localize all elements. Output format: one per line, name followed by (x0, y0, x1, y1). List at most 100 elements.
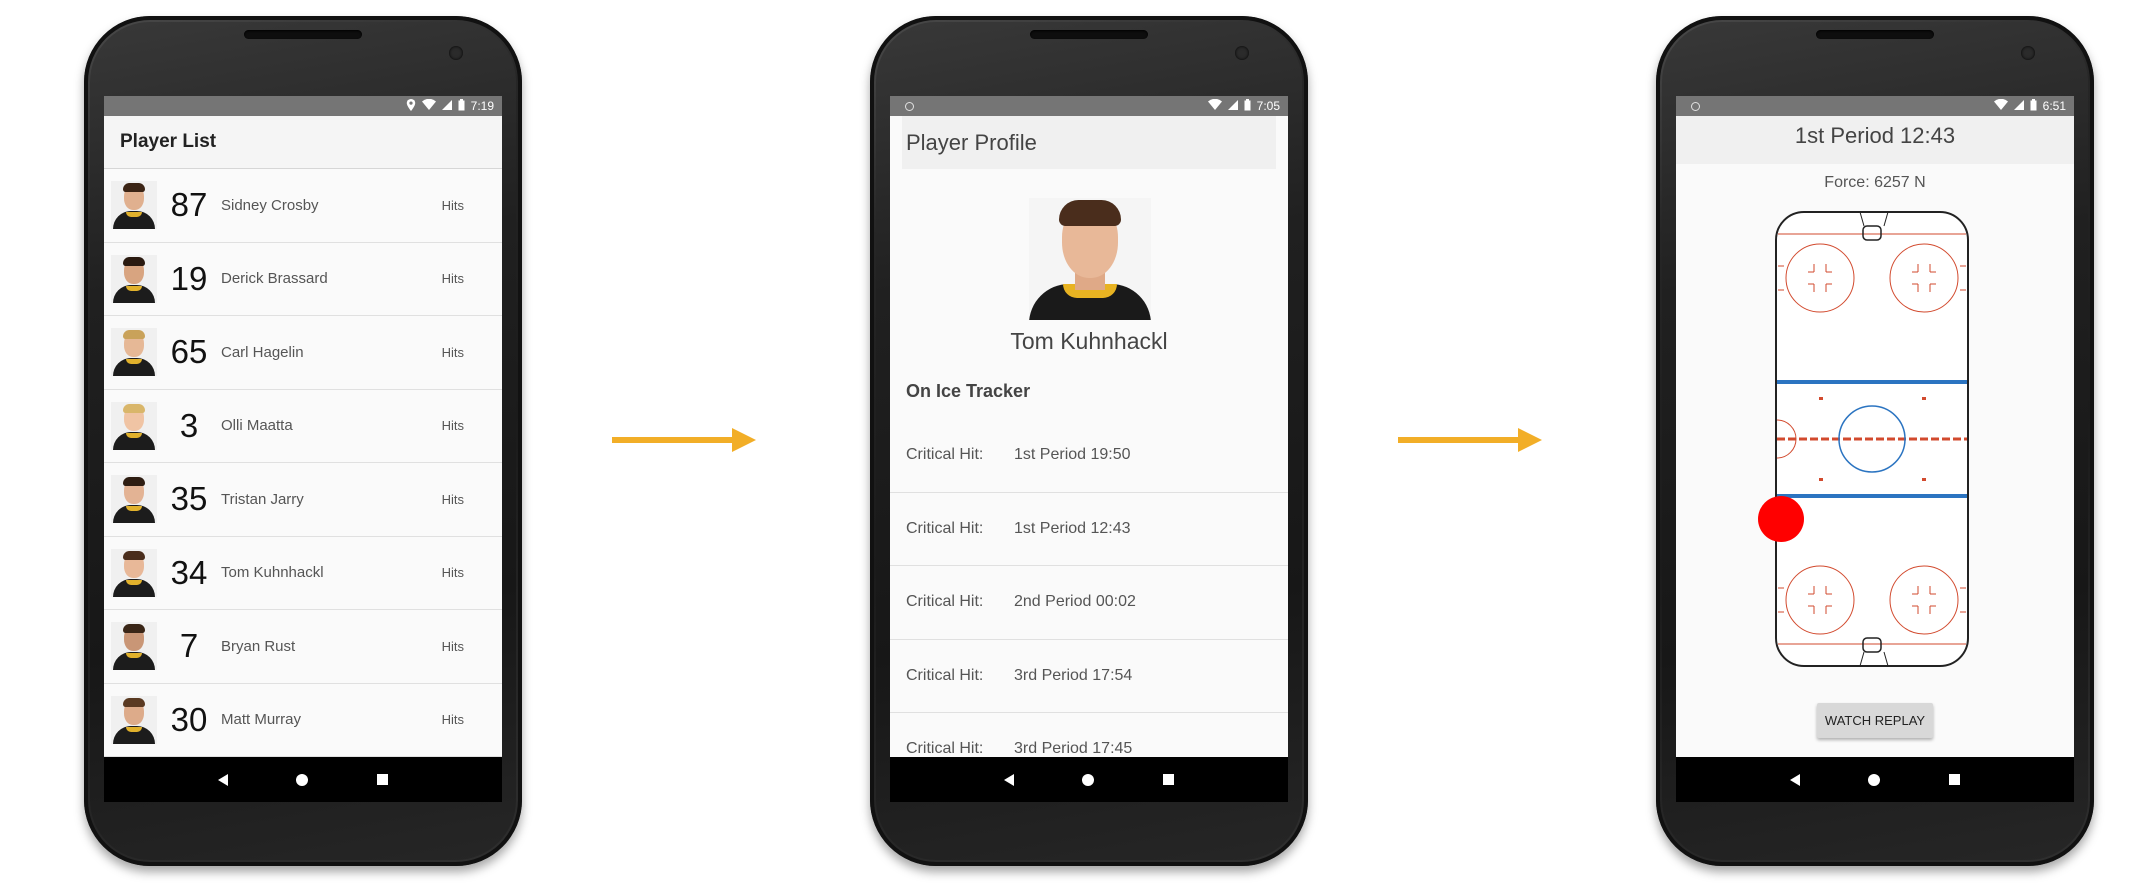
list-item[interactable]: 3 Olli Maatta Hits (104, 389, 502, 463)
player-avatar (111, 181, 157, 230)
status-bar: 7:19 (104, 96, 502, 116)
hit-time: 3rd Period 17:54 (1014, 666, 1133, 684)
player-name: Sidney Crosby (221, 196, 319, 214)
battery-icon (2030, 98, 2037, 114)
player-profile-screen: 7:05 Player Profile Tom Kuhnhackl On Ice… (890, 96, 1288, 802)
wifi-icon (1207, 98, 1222, 113)
phone-speaker (1816, 30, 1934, 39)
hits-link[interactable]: Hits (442, 271, 464, 286)
nav-bar (890, 757, 1288, 802)
player-list: 87 Sidney Crosby Hits 19 Derick Brassard… (104, 169, 502, 757)
home-icon[interactable] (1868, 773, 1881, 786)
hits-link[interactable]: Hits (442, 345, 464, 360)
hits-link[interactable]: Hits (442, 565, 464, 580)
recents-icon[interactable] (1162, 774, 1174, 785)
list-item[interactable]: 87 Sidney Crosby Hits (104, 169, 502, 243)
home-icon[interactable] (296, 773, 309, 786)
list-item[interactable]: Critical Hit: 3rd Period 17:54 (890, 640, 1288, 713)
wifi-icon (421, 98, 436, 113)
back-icon[interactable] (1004, 773, 1015, 786)
player-photo (1029, 198, 1151, 320)
player-number: 30 (170, 700, 208, 738)
flow-arrow-1 (612, 428, 756, 452)
hit-label: Critical Hit: (906, 740, 984, 758)
storyboard: 7:19 Player List 87 Sidney Crosby Hits 1… (0, 0, 2142, 883)
player-name: Carl Hagelin (221, 343, 304, 361)
list-item[interactable]: 34 Tom Kuhnhackl Hits (104, 536, 502, 610)
list-item[interactable]: 7 Bryan Rust Hits (104, 610, 502, 684)
status-time: 6:51 (2042, 99, 2066, 113)
hits-link[interactable]: Hits (442, 712, 464, 727)
status-bar: 6:51 (1676, 96, 2074, 116)
page-title: 1st Period 12:43 (1676, 116, 2074, 164)
list-item[interactable]: 35 Tristan Jarry Hits (104, 463, 502, 537)
hit-time: 1st Period 19:50 (1014, 446, 1131, 464)
phone-player-profile: 7:05 Player Profile Tom Kuhnhackl On Ice… (870, 16, 1308, 866)
force-readout: Force: 6257 N (1824, 174, 1926, 191)
phone-camera (1235, 46, 1249, 60)
recents-icon[interactable] (376, 774, 388, 785)
list-item[interactable]: 65 Carl Hagelin Hits (104, 316, 502, 390)
home-icon[interactable] (1082, 773, 1095, 786)
notification-icon (1691, 102, 1700, 111)
hits-link[interactable]: Hits (442, 418, 464, 433)
list-item[interactable]: Critical Hit: 2nd Period 00:02 (890, 566, 1288, 640)
signal-icon (1227, 99, 1238, 113)
player-number: 87 (170, 186, 208, 224)
phone-speaker (244, 30, 362, 39)
player-avatar (111, 254, 157, 303)
list-item[interactable]: 19 Derick Brassard Hits (104, 242, 502, 316)
phone-camera (2021, 46, 2035, 60)
watch-replay-button[interactable]: WATCH REPLAY (1817, 703, 1933, 738)
section-title: On Ice Tracker (906, 381, 1031, 401)
phone-speaker (1030, 30, 1148, 39)
player-name: Olli Maatta (221, 417, 293, 435)
player-number: 19 (170, 259, 208, 297)
list-item[interactable]: 30 Matt Murray Hits (104, 683, 502, 757)
page-title: Player Profile (902, 116, 1276, 169)
hit-detail-screen: 6:51 1st Period 12:43 Force: 6257 N WATC… (1676, 96, 2074, 802)
player-number: 65 (170, 333, 208, 371)
app-bar-title: Player List (104, 116, 502, 169)
back-icon[interactable] (218, 773, 229, 786)
status-time: 7:05 (1256, 99, 1280, 113)
player-name: Tristan Jarry (221, 490, 304, 508)
phone-camera (449, 46, 463, 60)
back-icon[interactable] (1790, 773, 1801, 786)
player-name: Tom Kuhnhackl (1010, 328, 1168, 354)
battery-icon (458, 98, 465, 114)
phone-hit-detail: 6:51 1st Period 12:43 Force: 6257 N WATC… (1656, 16, 2094, 866)
hit-location-marker (1758, 496, 1804, 542)
player-avatar (111, 401, 157, 450)
hits-link[interactable]: Hits (442, 198, 464, 213)
hit-label: Critical Hit: (906, 446, 984, 464)
player-name: Bryan Rust (221, 637, 296, 655)
player-avatar (111, 328, 157, 377)
hit-list: Critical Hit: 1st Period 19:50 Critical … (890, 419, 1288, 787)
status-bar: 7:05 (890, 96, 1288, 116)
list-item[interactable]: Critical Hit: 1st Period 12:43 (890, 493, 1288, 566)
hits-link[interactable]: Hits (442, 492, 464, 507)
recents-icon[interactable] (1948, 774, 1960, 785)
signal-icon (2013, 99, 2024, 113)
hit-time: 1st Period 12:43 (1014, 519, 1131, 537)
hit-label: Critical Hit: (906, 666, 984, 684)
wifi-icon (1993, 98, 2008, 113)
hit-time: 3rd Period 17:45 (1014, 740, 1133, 758)
player-avatar (111, 622, 157, 671)
player-number: 35 (170, 480, 208, 518)
player-avatar (111, 695, 157, 744)
player-number: 34 (170, 553, 208, 591)
list-item[interactable]: Critical Hit: 1st Period 19:50 (890, 419, 1288, 493)
phone-player-list: 7:19 Player List 87 Sidney Crosby Hits 1… (84, 16, 522, 866)
hit-marker-dot (1758, 496, 1804, 542)
rink-diagram (1774, 210, 1974, 675)
signal-icon (441, 99, 452, 113)
player-name: Matt Murray (221, 711, 302, 729)
player-name: Derick Brassard (221, 270, 328, 288)
location-icon (406, 98, 416, 114)
player-number: 3 (179, 406, 199, 444)
player-avatar (111, 548, 157, 597)
hit-time: 2nd Period 00:02 (1014, 593, 1136, 611)
hits-link[interactable]: Hits (442, 639, 464, 654)
